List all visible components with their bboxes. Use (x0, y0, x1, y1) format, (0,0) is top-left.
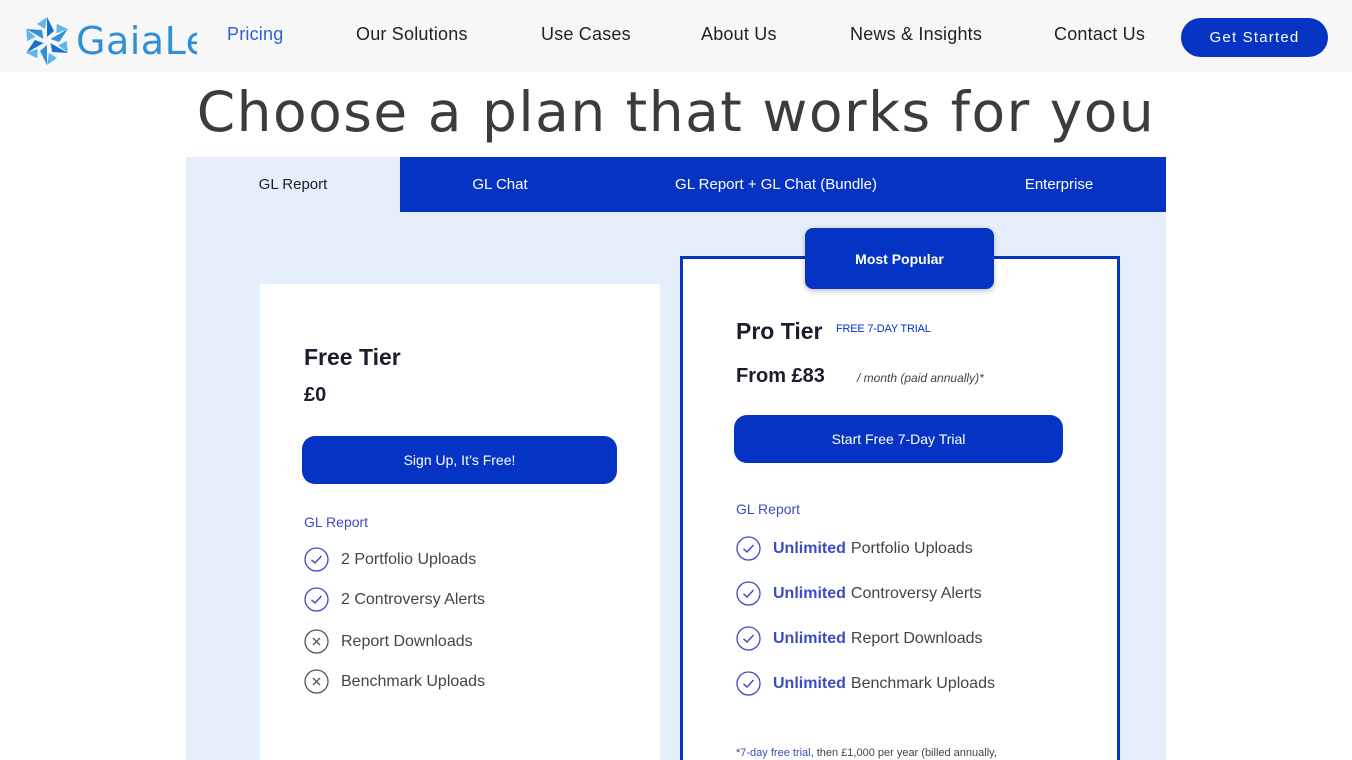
nav-about-us[interactable]: About Us (701, 24, 777, 45)
feature-text: Report Downloads (850, 629, 983, 647)
pro-feature-benchmark: Unlimited Benchmark Uploads (736, 671, 995, 696)
pro-section-label: GL Report (736, 501, 801, 517)
check-circle-icon (304, 587, 329, 612)
feature-highlight: Unlimited (773, 629, 846, 647)
page-title: Choose a plan that works for you (196, 80, 1156, 144)
pricing-footnote: *7-day free trial, then £1,000 per year … (736, 747, 997, 759)
footnote-text: , then £1,000 per year (billed annually, (810, 747, 997, 759)
gaialens-logo[interactable]: GaiaLens (22, 14, 197, 68)
feature-text: Controversy Alerts (850, 584, 982, 602)
get-started-button[interactable]: Get Started (1181, 18, 1328, 57)
nav-our-solutions[interactable]: Our Solutions (356, 24, 468, 45)
feature-text: Portfolio Uploads (850, 539, 973, 557)
free-feature-controversy: 2 Controversy Alerts (304, 587, 485, 612)
nav-contact-us[interactable]: Contact Us (1054, 24, 1145, 45)
plan-tabs: GL Report GL Chat GL Report + GL Chat (B… (186, 157, 1166, 212)
sign-up-free-button[interactable]: Sign Up, It’s Free! (302, 436, 617, 484)
x-circle-icon (304, 629, 329, 654)
nav-pricing[interactable]: Pricing (227, 24, 283, 45)
site-header: GaiaLens Pricing Our Solutions Use Cases… (0, 0, 1352, 72)
most-popular-badge: Most Popular (805, 228, 994, 289)
tab-gl-report[interactable]: GL Report (186, 157, 400, 212)
check-circle-icon (736, 581, 761, 606)
feature-text: Benchmark Uploads (850, 674, 995, 692)
free-feature-benchmark: Benchmark Uploads (304, 669, 485, 694)
feature-text: 2 Portfolio Uploads (341, 550, 477, 568)
tab-gl-chat[interactable]: GL Chat (400, 157, 600, 212)
free-feature-portfolio: 2 Portfolio Uploads (304, 547, 476, 572)
start-trial-button[interactable]: Start Free 7-Day Trial (734, 415, 1063, 463)
logo-wordmark: GaiaLens (76, 19, 197, 63)
free-tier-name: Free Tier (304, 344, 401, 370)
free-trial-badge: FREE 7-DAY TRIAL (836, 323, 931, 335)
pro-tier-price: From £83 (736, 365, 825, 387)
check-circle-icon (736, 671, 761, 696)
free-section-label: GL Report (304, 514, 369, 530)
logo-mark-icon (26, 17, 68, 65)
pro-tier-name: Pro Tier (736, 318, 823, 344)
footnote-trial-link[interactable]: 7-day free trial (740, 747, 810, 759)
check-circle-icon (304, 547, 329, 572)
free-tier-price: £0 (304, 384, 327, 406)
tab-enterprise[interactable]: Enterprise (952, 157, 1166, 212)
pro-feature-portfolio: Unlimited Portfolio Uploads (736, 536, 973, 561)
feature-highlight: Unlimited (773, 674, 846, 692)
feature-highlight: Unlimited (773, 584, 846, 602)
feature-text: Benchmark Uploads (341, 672, 486, 690)
free-feature-downloads: Report Downloads (304, 629, 473, 654)
pro-feature-controversy: Unlimited Controversy Alerts (736, 581, 982, 606)
tab-bundle[interactable]: GL Report + GL Chat (Bundle) (600, 157, 952, 212)
check-circle-icon (736, 626, 761, 651)
feature-text: 2 Controversy Alerts (341, 590, 486, 608)
nav-news-insights[interactable]: News & Insights (850, 24, 982, 45)
check-circle-icon (736, 536, 761, 561)
nav-use-cases[interactable]: Use Cases (541, 24, 631, 45)
x-circle-icon (304, 669, 329, 694)
price-period: / month (paid annually)* (857, 371, 984, 385)
feature-text: Report Downloads (341, 632, 473, 650)
feature-highlight: Unlimited (773, 539, 846, 557)
pro-feature-downloads: Unlimited Report Downloads (736, 626, 983, 651)
